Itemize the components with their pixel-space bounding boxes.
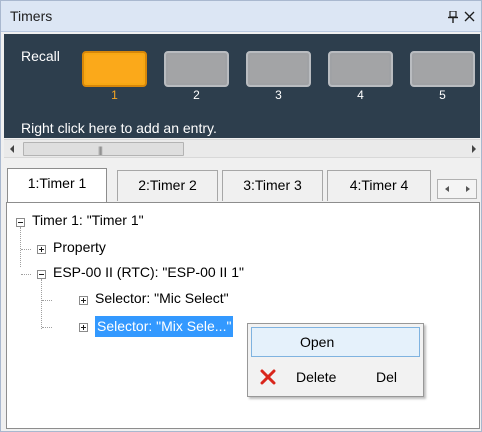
tab-timer-3[interactable]: 3:Timer 3 bbox=[222, 170, 323, 201]
recall-slot-number: 4 bbox=[357, 88, 364, 102]
collapse-icon[interactable] bbox=[16, 218, 25, 227]
recall-slot-number: 3 bbox=[275, 88, 282, 102]
tree-connector bbox=[42, 327, 52, 328]
tree-connector bbox=[41, 279, 42, 329]
recall-slot-1[interactable] bbox=[82, 51, 147, 87]
timer-tabs: 1:Timer 1 2:Timer 2 3:Timer 3 4:Timer 4 bbox=[4, 161, 480, 203]
menu-item-open[interactable]: Open bbox=[251, 327, 420, 357]
recall-panel[interactable]: Recall 1 2 3 4 5 Right click here to add… bbox=[4, 34, 480, 138]
window-title: Timers bbox=[10, 8, 53, 24]
tree-node-property[interactable]: Property bbox=[53, 239, 106, 255]
tree-connector bbox=[21, 249, 31, 250]
expand-icon[interactable] bbox=[79, 323, 88, 332]
tab-scroll-buttons bbox=[437, 179, 477, 199]
tree-node-mix-select[interactable]: Selector: "Mix Sele..." bbox=[95, 316, 234, 337]
tab-scroll-left-icon[interactable] bbox=[438, 180, 457, 198]
scrollbar-grip: ||| bbox=[98, 145, 103, 155]
scrollbar-thumb[interactable]: ||| bbox=[23, 142, 184, 156]
tree-node-esp-device[interactable]: ESP-00 II (RTC): "ESP-00 II 1" bbox=[53, 264, 244, 280]
recall-slot-number: 2 bbox=[193, 88, 200, 102]
tab-timer-4[interactable]: 4:Timer 4 bbox=[327, 170, 431, 201]
tree-node-timer-1[interactable]: Timer 1: "Timer 1" bbox=[32, 212, 144, 228]
recall-slot-2[interactable] bbox=[164, 51, 229, 87]
tab-timer-1[interactable]: 1:Timer 1 bbox=[7, 168, 107, 202]
tree-connector bbox=[42, 300, 52, 301]
chevron-right-icon[interactable] bbox=[468, 143, 480, 155]
recall-label: Recall bbox=[21, 48, 60, 64]
menu-item-delete[interactable]: Delete Del bbox=[251, 362, 420, 392]
tab-scroll-right-icon[interactable] bbox=[458, 180, 477, 198]
recall-slot-5[interactable] bbox=[410, 51, 475, 87]
tab-timer-2[interactable]: 2:Timer 2 bbox=[117, 170, 218, 201]
delete-x-icon bbox=[260, 369, 276, 385]
pin-icon[interactable] bbox=[448, 11, 458, 23]
tree-node-mic-select[interactable]: Selector: "Mic Select" bbox=[95, 290, 229, 306]
add-entry-hint: Right click here to add an entry. bbox=[21, 120, 217, 136]
recall-slot-4[interactable] bbox=[328, 51, 393, 87]
recall-slot-number: 1 bbox=[111, 88, 118, 102]
tree-connector bbox=[20, 227, 21, 267]
horizontal-scrollbar[interactable]: ||| bbox=[4, 139, 480, 158]
menu-item-open-label: Open bbox=[300, 334, 335, 350]
tree-connector bbox=[21, 274, 31, 275]
expand-icon[interactable] bbox=[37, 245, 46, 254]
close-icon[interactable] bbox=[464, 11, 475, 22]
chevron-left-icon[interactable] bbox=[6, 143, 18, 155]
recall-slot-number: 5 bbox=[439, 88, 446, 102]
timers-window: Timers Recall 1 2 3 4 5 Right click here… bbox=[0, 0, 482, 432]
collapse-icon[interactable] bbox=[37, 270, 46, 279]
title-bar: Timers bbox=[1, 1, 481, 32]
context-menu: Open Delete Del bbox=[247, 323, 424, 397]
menu-item-delete-shortcut: Del bbox=[376, 369, 398, 385]
recall-slot-3[interactable] bbox=[246, 51, 311, 87]
expand-icon[interactable] bbox=[79, 296, 88, 305]
menu-item-delete-label: Delete bbox=[296, 369, 337, 385]
